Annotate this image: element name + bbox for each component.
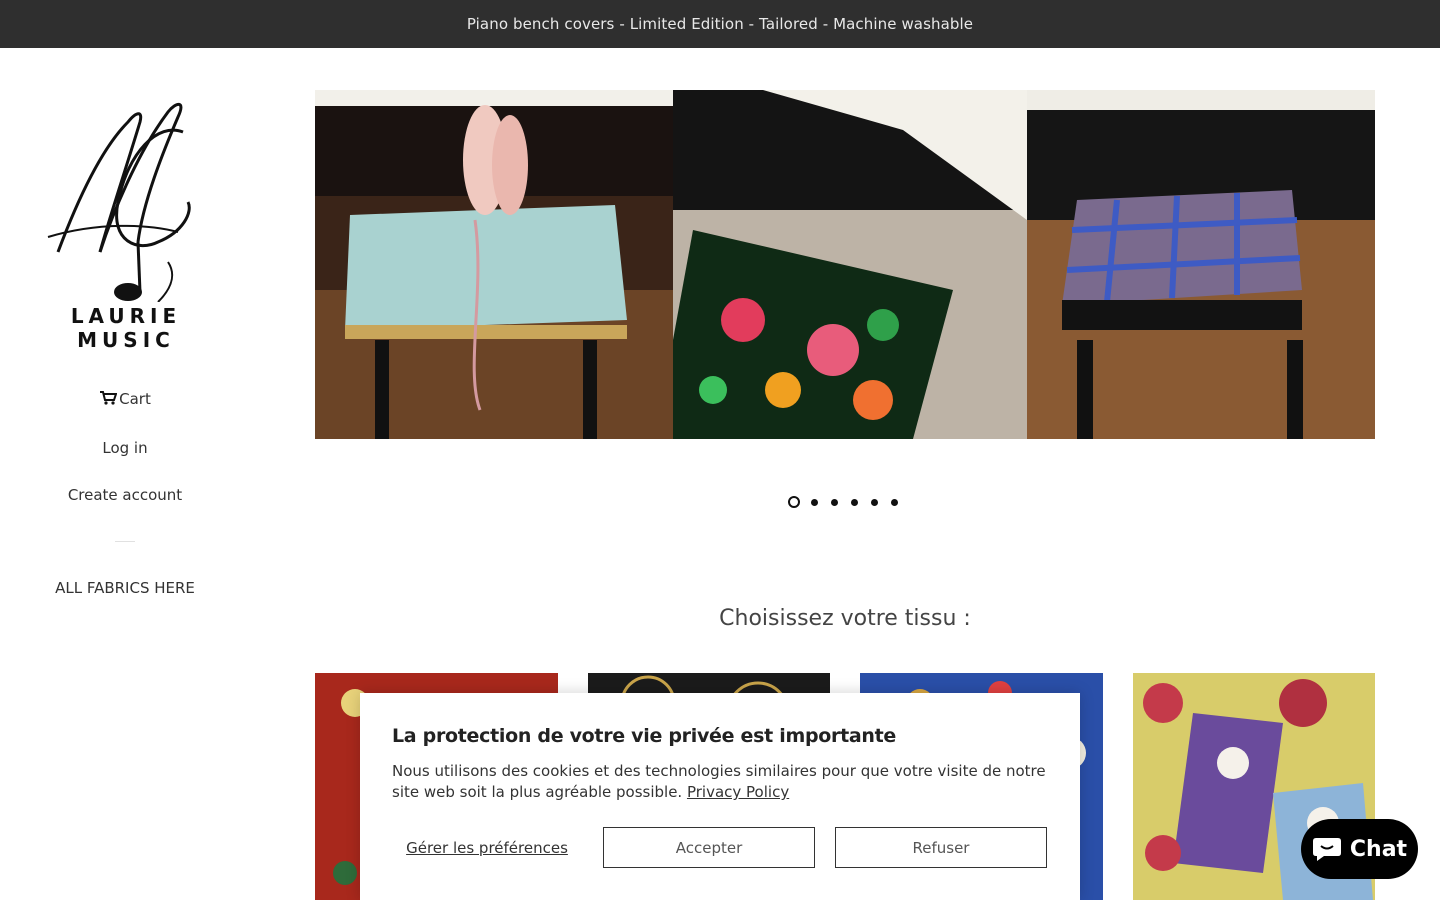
sidebar: LAURIE MUSIC Cart Log in Create account … xyxy=(0,48,250,900)
chat-label: Chat xyxy=(1349,836,1408,862)
privacy-policy-link[interactable]: Privacy Policy xyxy=(687,783,789,801)
announcement-text: Piano bench covers - Limited Edition - T… xyxy=(466,15,974,33)
hero-slider[interactable] xyxy=(315,90,1375,439)
slider-dot-4[interactable] xyxy=(848,496,860,508)
slider-dot-5[interactable] xyxy=(868,496,880,508)
logo-text: LAURIE MUSIC xyxy=(70,304,182,352)
logo-monogram-icon xyxy=(47,102,191,303)
refuse-button[interactable]: Refuser xyxy=(835,827,1047,868)
cookie-banner: La protection de votre vie privée est im… xyxy=(360,693,1080,900)
slide-image-tartan-bench xyxy=(1027,90,1375,439)
login-link[interactable]: Log in xyxy=(0,439,250,457)
slider-dot-6[interactable] xyxy=(888,496,900,508)
slider-dot-2[interactable] xyxy=(808,496,820,508)
cart-label: Cart xyxy=(119,390,151,408)
slider-dot-3[interactable] xyxy=(828,496,840,508)
cart-link[interactable]: Cart xyxy=(0,390,250,408)
chat-bubble-icon xyxy=(1312,838,1341,861)
slide-image-tropical-bench xyxy=(673,90,1027,439)
cookie-title: La protection de votre vie privée est im… xyxy=(392,725,896,747)
logo[interactable]: LAURIE MUSIC xyxy=(18,92,234,352)
slide-image-ballet-bench xyxy=(315,90,673,439)
all-fabrics-link[interactable]: ALL FABRICS HERE xyxy=(0,579,250,597)
section-title: Choisissez votre tissu : xyxy=(719,606,971,631)
create-account-link[interactable]: Create account xyxy=(0,486,250,504)
nav-divider xyxy=(115,541,135,542)
manage-preferences-button[interactable]: Gérer les préférences xyxy=(392,827,582,868)
slider-dots xyxy=(788,496,900,508)
slider-dot-1[interactable] xyxy=(788,496,800,508)
chat-button[interactable]: Chat xyxy=(1301,819,1418,879)
cart-icon xyxy=(100,391,118,405)
announcement-bar: Piano bench covers - Limited Edition - T… xyxy=(0,0,1440,48)
accept-button[interactable]: Accepter xyxy=(603,827,815,868)
cookie-body: Nous utilisons des cookies et des techno… xyxy=(392,761,1052,803)
